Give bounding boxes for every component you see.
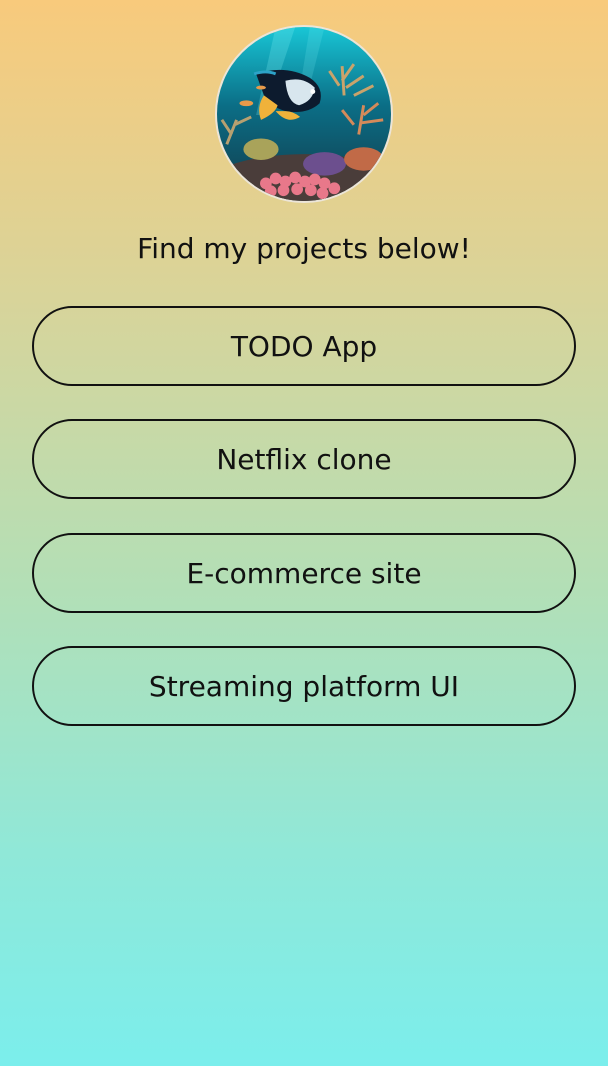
project-links: TODO App Netflix clone E-commerce site S… [32, 306, 576, 759]
page-heading: Find my projects below! [137, 232, 471, 265]
project-link-streaming-platform-ui[interactable]: Streaming platform UI [32, 646, 576, 726]
project-link-netflix-clone[interactable]: Netflix clone [32, 419, 576, 499]
project-link-ecommerce-site[interactable]: E-commerce site [32, 533, 576, 613]
project-link-todo-app[interactable]: TODO App [32, 306, 576, 386]
profile-avatar [215, 25, 393, 203]
coral-reef-image [217, 27, 391, 201]
